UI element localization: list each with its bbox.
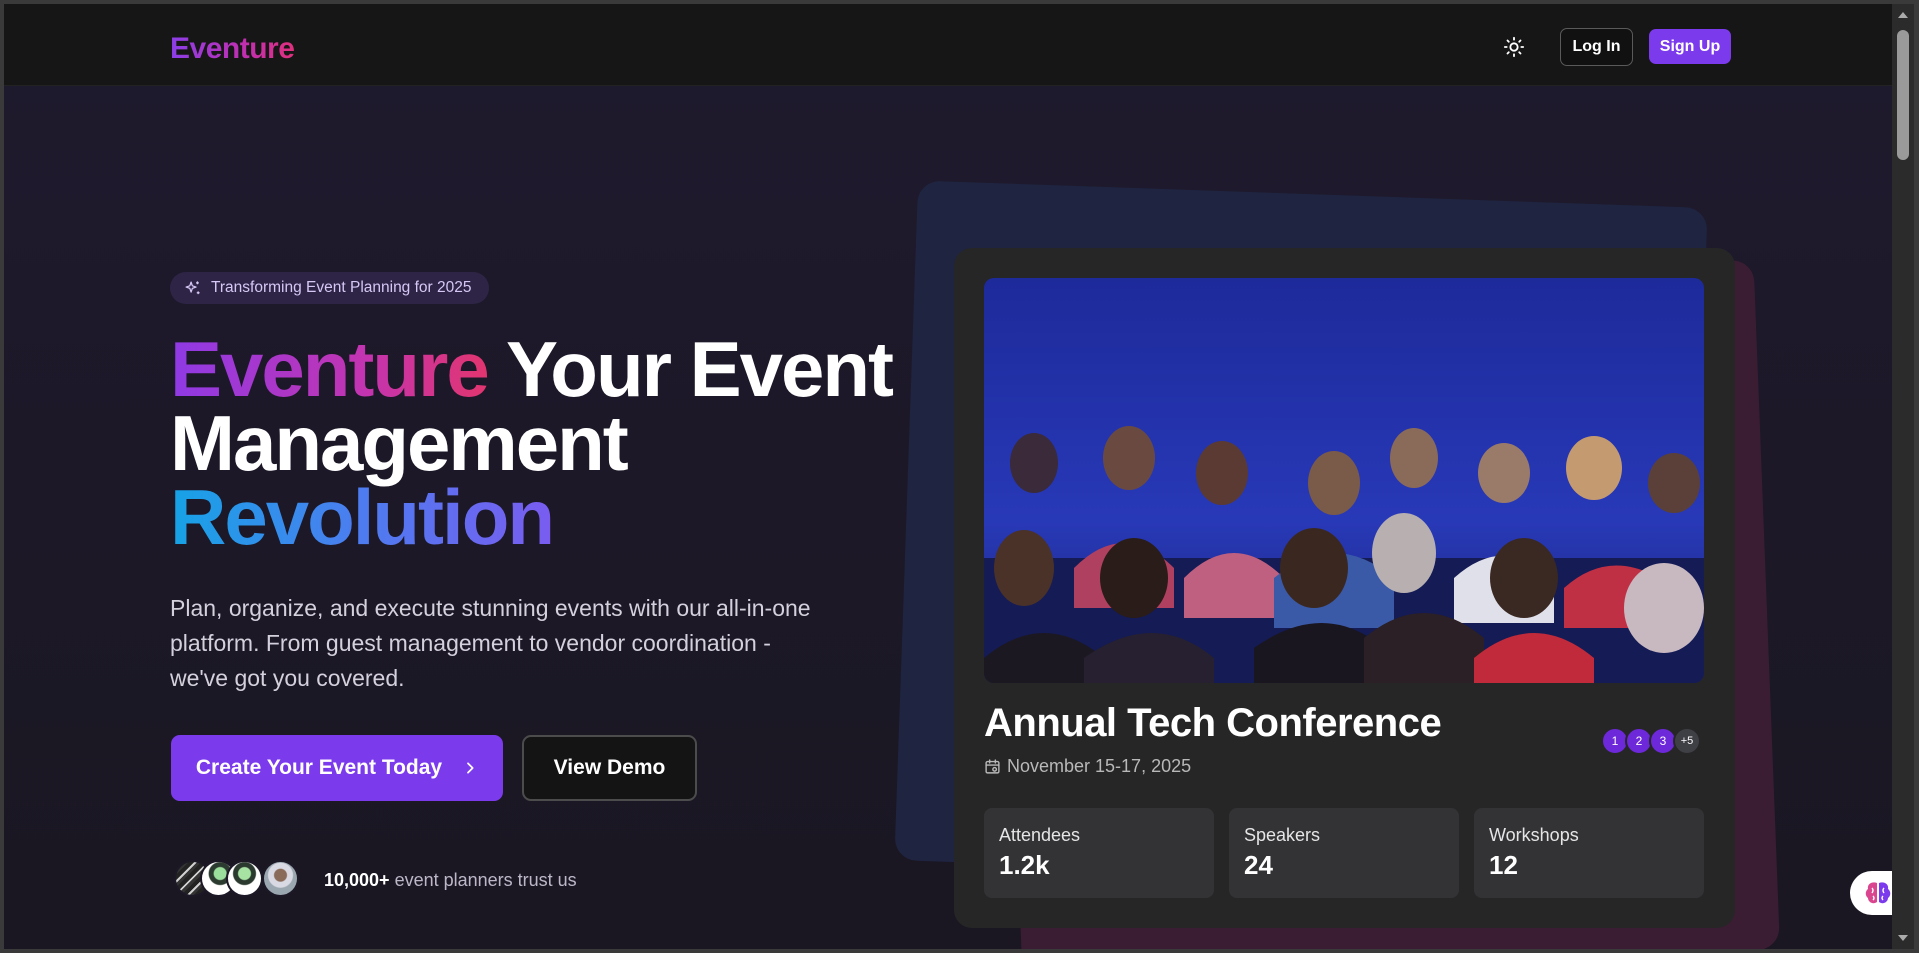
top-navbar: Eventure Log In Sign Up bbox=[4, 4, 1892, 86]
create-event-button[interactable]: Create Your Event Today bbox=[171, 735, 503, 801]
calendar-icon bbox=[985, 759, 1000, 774]
chevron-right-icon bbox=[467, 762, 474, 774]
stat-label: Workshops bbox=[1489, 825, 1579, 845]
hero-description: Plan, organize, and execute stunning eve… bbox=[170, 595, 811, 691]
scrollbar-thumb[interactable] bbox=[1897, 30, 1909, 160]
attendee-avatars: 1 2 3 +5 bbox=[1601, 727, 1711, 755]
avatar-stack bbox=[174, 860, 310, 898]
scroll-down-arrow-icon[interactable] bbox=[1898, 935, 1908, 941]
stat-value: 24 bbox=[1244, 850, 1273, 880]
badge-text: Transforming Event Planning for 2025 bbox=[211, 279, 472, 296]
hero-headline: Eventure Your Event Management Revolutio… bbox=[170, 330, 910, 556]
theme-toggle-button[interactable] bbox=[1501, 34, 1527, 60]
stat-card-workshops: Workshops 12 bbox=[1474, 808, 1704, 898]
event-date-text: November 15-17, 2025 bbox=[1007, 756, 1192, 776]
logo[interactable]: Eventure bbox=[170, 32, 295, 66]
event-date: November 15-17, 2025 bbox=[984, 756, 1191, 777]
stat-label: Speakers bbox=[1244, 825, 1321, 845]
browser-viewport: Eventure Log In Sign Up Transforming Eve… bbox=[0, 0, 1919, 953]
stat-value: 12 bbox=[1489, 850, 1518, 880]
event-preview-card: Annual Tech Conference November 15-17, 2… bbox=[954, 248, 1735, 928]
login-button[interactable]: Log In bbox=[1560, 28, 1633, 66]
avatar bbox=[226, 860, 263, 897]
stat-card-attendees: Attendees 1.2k bbox=[984, 808, 1214, 898]
trust-count: 10,000+ bbox=[324, 870, 390, 890]
brain-icon bbox=[1865, 882, 1891, 904]
audience-photo-image bbox=[984, 278, 1704, 683]
create-event-label: Create Your Event Today bbox=[195, 756, 443, 779]
sparkles-icon bbox=[185, 280, 200, 294]
stat-card-speakers: Speakers 24 bbox=[1229, 808, 1459, 898]
page-scrollbar[interactable] bbox=[1892, 4, 1914, 949]
trust-text: 10,000+ event planners trust us bbox=[324, 870, 577, 891]
sun-icon bbox=[1503, 36, 1525, 58]
event-title: Annual Tech Conference bbox=[984, 701, 1442, 745]
attendee-more-dot: +5 bbox=[1673, 727, 1701, 755]
stat-value: 1.2k bbox=[999, 850, 1050, 880]
avatar bbox=[262, 860, 299, 897]
stat-label: Attendees bbox=[999, 825, 1081, 845]
hero-badge: Transforming Event Planning for 2025 bbox=[170, 272, 489, 304]
headline-part-3: Revolution bbox=[170, 473, 555, 561]
scroll-up-arrow-icon[interactable] bbox=[1898, 12, 1908, 18]
signup-button[interactable]: Sign Up bbox=[1649, 29, 1731, 64]
trust-label: event planners trust us bbox=[389, 870, 577, 890]
view-demo-button[interactable]: View Demo bbox=[522, 735, 697, 801]
event-photo bbox=[984, 278, 1704, 683]
